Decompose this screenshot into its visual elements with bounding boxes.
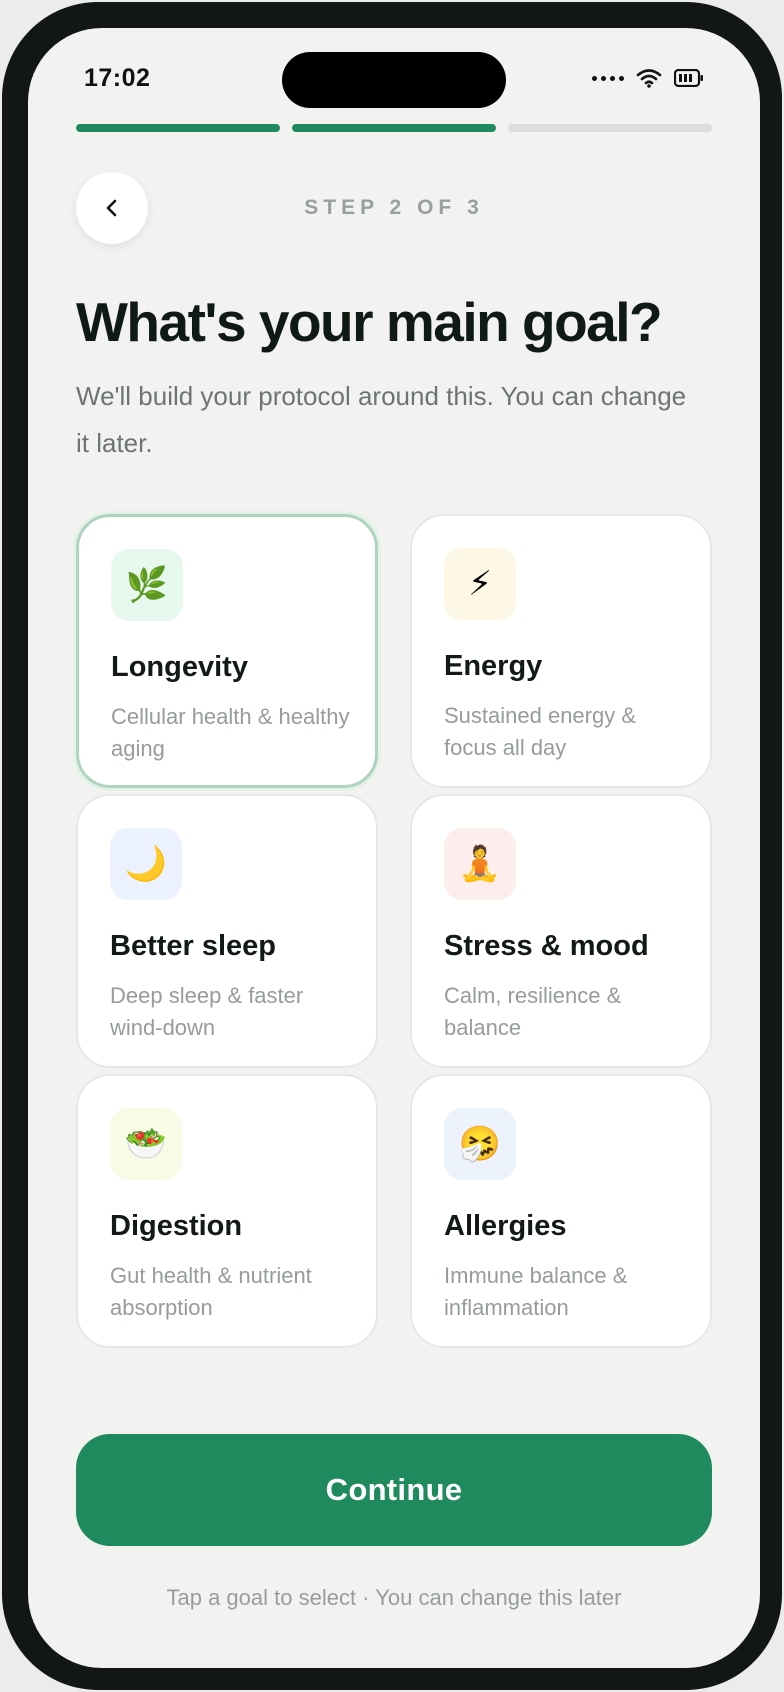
step-indicator: STEP 2 OF 3 [304,196,484,219]
goal-title: Energy [444,650,543,682]
goal-card-digestion[interactable]: 🥗 Digestion Gut health & nutrient absorpti… [76,1074,378,1348]
progress-segment [76,124,280,132]
progress-bar [76,124,712,132]
wifi-icon [636,69,662,88]
lightning-icon: ⚡ [444,548,516,620]
herb-icon: 🌿 [111,549,183,621]
app-screen: 17:02 STEP 2 OF 3 What's your main goal?… [28,28,760,1668]
page-title: What's your main goal? [76,291,663,353]
progress-segment [508,124,712,132]
goal-card-allergies[interactable]: 🤧 Allergies Immune balance & inflammation [410,1074,712,1348]
goal-title: Longevity [111,651,248,683]
salad-icon: 🥗 [110,1108,182,1180]
goal-card-energy[interactable]: ⚡ Energy Sustained energy & focus all day [410,514,712,788]
goal-description: Cellular health & healthy aging [111,704,350,761]
goal-title: Digestion [110,1210,243,1242]
footer-hint: Tap a goal to select · You can change th… [166,1585,622,1610]
progress-segment [292,124,496,132]
dynamic-island [282,52,506,108]
goal-description: Deep sleep & faster wind-down [110,983,304,1040]
sneezing-face-icon: 🤧 [444,1108,516,1180]
cellular-signal-icon [592,75,624,81]
goal-title: Allergies [444,1210,567,1242]
page-subtitle: We'll build your protocol around this. Y… [76,381,687,458]
meditation-icon: 🧘 [444,828,516,900]
status-time: 17:02 [84,64,151,92]
crescent-moon-icon: 🌙 [110,828,182,900]
goal-description: Calm, resilience & balance [444,983,622,1040]
goal-description: Gut health & nutrient absorption [110,1263,312,1320]
status-icons [592,68,704,88]
battery-icon [674,69,703,87]
goal-title: Better sleep [110,930,277,962]
continue-button[interactable]: Continue [76,1434,712,1546]
goal-description: Immune balance & inflammation [444,1263,628,1320]
phone-frame: 17:02 STEP 2 OF 3 What's your main goal?… [2,2,782,1690]
goal-description: Sustained energy & focus all day [444,703,637,760]
goal-card-better-sleep[interactable]: 🌙 Better sleep Deep sleep & faster wind-do… [76,794,378,1068]
goal-title: Stress & mood [444,930,649,962]
goal-card-longevity[interactable]: 🌿 Longevity Cellular health & healthy agin… [76,514,378,788]
goal-card-stress-mood[interactable]: 🧘 Stress & mood Calm, resilience & balance [410,794,712,1068]
